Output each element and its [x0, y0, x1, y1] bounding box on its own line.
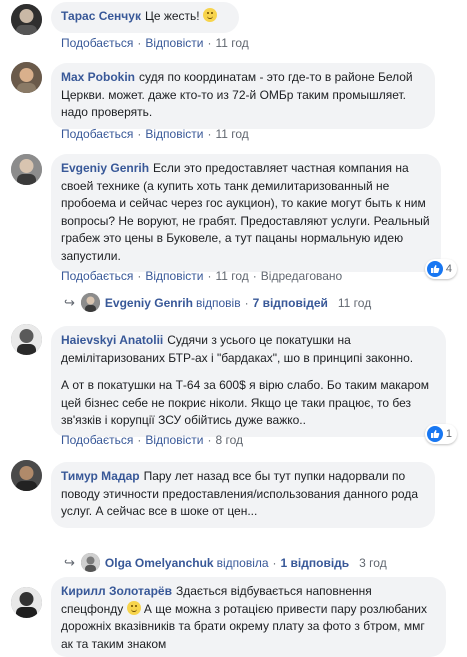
comment-author[interactable]: Haievskyi Anatolii	[61, 333, 163, 347]
comment-bubble: Тимур Мадар Пару лет назад все бы тут пуп…	[51, 462, 435, 528]
thumbs-up-icon	[426, 261, 443, 277]
comment-author[interactable]: Тимур Мадар	[61, 469, 140, 483]
reactions-count: 4	[445, 263, 452, 275]
comment-text-paragraph-2: А от в покатушки на Т-64 за 600$ я вірю …	[61, 378, 430, 427]
reply-verb: відповіла	[216, 555, 269, 570]
reply-avatar	[80, 553, 100, 572]
replies-summary[interactable]: ↪ Olga Omelyanchuk відповіла · 1 відпові…	[64, 553, 387, 572]
comment-actions: Подобається · Відповісти · 8 год	[61, 433, 243, 447]
avatar[interactable]	[11, 324, 42, 355]
avatar[interactable]	[11, 460, 42, 491]
timestamp[interactable]: 11 год	[215, 269, 248, 283]
comment-bubble: Max Pobokin судя по координатам - это где…	[51, 63, 435, 129]
reactions-badge[interactable]: 1	[424, 424, 457, 444]
reply-author[interactable]: Evgeniy Genrih	[105, 296, 193, 310]
comment-author[interactable]: Тарас Сенчук	[61, 9, 141, 23]
comment-text: Если это предоставляет частная компания …	[61, 161, 430, 263]
reply-arrow-icon: ↪	[64, 294, 75, 310]
comment-bubble: Кирилл Золотарёв Здається відбувається на…	[51, 577, 446, 657]
reactions-count: 1	[445, 428, 452, 440]
comment-text: Це жесть!	[144, 9, 200, 23]
reply-time: 3 год	[359, 555, 387, 570]
reply-verb: відповів	[195, 295, 241, 310]
avatar[interactable]	[11, 62, 42, 93]
comment-author[interactable]: Evgeniy Genrih	[61, 161, 149, 175]
replies-count-link[interactable]: 1 відповідь	[281, 556, 350, 570]
reply-link[interactable]: Відповісти	[145, 36, 203, 50]
smile-emoji-icon	[202, 8, 217, 22]
avatar[interactable]	[11, 4, 42, 35]
like-link[interactable]: Подобається	[61, 433, 133, 447]
edited-label[interactable]: Відредаговано	[261, 269, 342, 283]
like-link[interactable]: Подобається	[61, 269, 133, 283]
reactions-badge[interactable]: 4	[424, 259, 457, 279]
reply-link[interactable]: Відповісти	[145, 127, 203, 141]
comment-author[interactable]: Max Pobokin	[61, 70, 135, 84]
timestamp[interactable]: 8 год	[215, 433, 243, 447]
like-link[interactable]: Подобається	[61, 36, 133, 50]
comment-author[interactable]: Кирилл Золотарёв	[61, 584, 172, 598]
reply-link[interactable]: Відповісти	[145, 269, 203, 283]
comment-actions: Подобається · Відповісти · 11 год · Відредагов…	[61, 269, 343, 283]
avatar[interactable]	[11, 587, 42, 618]
smile-emoji-icon	[126, 600, 141, 615]
comment-actions: Подобається · Відповісти · 11 год	[61, 127, 249, 141]
timestamp[interactable]: 11 год	[215, 127, 248, 141]
reply-author[interactable]: Olga Omelyanchuk	[105, 556, 214, 570]
reply-time: 11 год	[337, 295, 372, 310]
avatar[interactable]	[11, 154, 42, 185]
comment-bubble: Evgeniy Genrih Если это предоставляет час…	[51, 154, 441, 272]
thumbs-up-icon	[426, 426, 443, 442]
replies-count-link[interactable]: 7 відповідей	[253, 296, 328, 310]
timestamp[interactable]: 11 год	[215, 36, 248, 50]
replies-summary[interactable]: ↪ Evgeniy Genrih відповів · 7 відповідей…	[64, 293, 371, 312]
reply-link[interactable]: Відповісти	[145, 433, 203, 447]
comment-bubble: Тарас Сенчук Це жесть!	[51, 2, 239, 33]
reply-avatar	[80, 293, 100, 312]
like-link[interactable]: Подобається	[61, 127, 133, 141]
reply-arrow-icon: ↪	[64, 554, 75, 570]
comment-bubble: Haievskyi Anatolii Судячи з усього це пок…	[51, 326, 446, 437]
comment-actions: Подобається · Відповісти · 11 год	[61, 36, 249, 50]
